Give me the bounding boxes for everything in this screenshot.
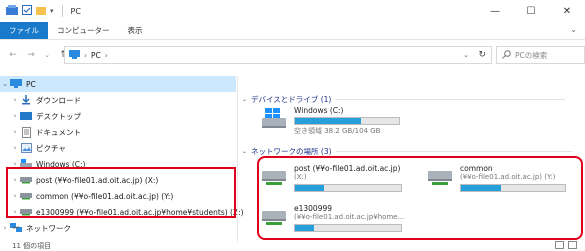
expand-ribbon-icon[interactable]: ⌄ (570, 25, 577, 34)
sidebar-item-documents[interactable]: › ドキュメント (10, 124, 81, 140)
forward-button[interactable]: → (24, 50, 38, 60)
desktop-icon (20, 111, 32, 121)
sidebar-item-label: ドキュメント (36, 127, 81, 137)
network-icon (10, 223, 22, 233)
search-input[interactable]: PCの検索 (496, 46, 585, 64)
sidebar-item-label: PC (26, 79, 36, 89)
ribbon-tabs: ファイル コンピューター 表示 ⌄ (0, 22, 585, 40)
expand-chevron-icon[interactable]: › (0, 224, 10, 232)
expand-chevron-icon[interactable]: › (10, 128, 20, 136)
group-collapse-icon: ⌄ (242, 96, 248, 103)
windows-drive-icon (260, 106, 288, 136)
properties-checkbox-icon[interactable] (22, 5, 32, 17)
pc-icon (10, 79, 22, 89)
group-header-devices[interactable]: ⌄ デバイスとドライブ (1) (242, 94, 566, 105)
tab-computer[interactable]: コンピューター (48, 22, 119, 39)
document-icon (20, 126, 32, 138)
group-collapse-icon: ⌄ (242, 148, 248, 155)
pc-icon (69, 49, 80, 61)
status-bar: 11 個の項目 (0, 240, 585, 251)
sidebar-item-pictures[interactable]: › ピクチャ (10, 140, 66, 156)
collapse-chevron-icon[interactable]: ⌄ (0, 80, 10, 88)
view-toggle (555, 241, 577, 249)
details-view-icon[interactable] (555, 241, 564, 249)
drive-usage-fill (295, 118, 361, 124)
item-count: 11 個の項目 (12, 241, 52, 250)
address-bar[interactable]: › PC › ⌄ ↻ (64, 46, 492, 64)
toolbar-separator (61, 5, 63, 17)
search-placeholder: PCの検索 (515, 50, 548, 60)
sidebar-item-label: ピクチャ (36, 143, 66, 153)
tab-view[interactable]: 表示 (119, 22, 152, 39)
new-folder-icon[interactable] (36, 5, 46, 17)
breadcrumb-pc[interactable]: PC (91, 51, 101, 60)
group-divider-line (335, 99, 566, 100)
customize-toolbar-icon[interactable]: ▾ (50, 7, 54, 15)
sidebar-item-label: ネットワーク (26, 223, 71, 233)
large-icons-view-icon[interactable] (568, 241, 577, 249)
sidebar-item-label: ダウンロード (36, 95, 81, 105)
tab-file[interactable]: ファイル (0, 22, 48, 39)
expand-chevron-icon[interactable]: › (10, 96, 20, 104)
sidebar-item-pc[interactable]: ⌄ PC (0, 76, 236, 92)
drive-free-space: 空き領域 38.2 GB/104 GB (294, 127, 381, 135)
window-controls: — ☐ ✕ (477, 0, 585, 22)
recent-locations-button[interactable]: ⌄ (40, 51, 54, 59)
refresh-icon[interactable]: ↻ (478, 50, 486, 60)
folder-app-icon (6, 5, 18, 17)
sidebar-item-desktop[interactable]: › デスクトップ (10, 108, 81, 124)
sidebar-item-network[interactable]: › ネットワーク (0, 220, 71, 236)
group-header-label: デバイスとドライブ (1) (251, 95, 332, 104)
maximize-button[interactable]: ☐ (513, 0, 549, 22)
minimize-button[interactable]: — (477, 0, 513, 22)
drive-tile-c[interactable]: Windows (C:) 空き領域 38.2 GB/104 GB (260, 106, 400, 136)
group-divider-line (335, 151, 572, 152)
highlight-box-nav-network-drives (6, 167, 236, 218)
quick-access-toolbar: ▾ PC (0, 5, 81, 17)
expand-chevron-icon[interactable]: › (10, 112, 20, 120)
sidebar-item-downloads[interactable]: › ダウンロード (10, 92, 81, 108)
picture-icon (20, 143, 32, 153)
expand-chevron-icon[interactable]: › (10, 144, 20, 152)
window-title: PC (70, 6, 81, 16)
breadcrumb-separator-end[interactable]: › (105, 51, 108, 60)
address-dropdown-icon[interactable]: ⌄ (463, 51, 469, 59)
close-button[interactable]: ✕ (549, 0, 585, 22)
drive-name: Windows (C:) (294, 106, 344, 115)
download-icon (20, 95, 32, 105)
drive-usage-bar (294, 117, 400, 125)
address-row: ← → ⌄ ↑ › PC › ⌄ ↻ PCの検索 (0, 40, 585, 70)
search-icon (502, 49, 511, 61)
title-bar: ▾ PC — ☐ ✕ (0, 0, 585, 22)
sidebar-item-label: デスクトップ (36, 111, 81, 121)
highlight-box-network-locations (257, 156, 583, 240)
back-button[interactable]: ← (6, 50, 20, 60)
breadcrumb-separator: › (84, 50, 87, 60)
